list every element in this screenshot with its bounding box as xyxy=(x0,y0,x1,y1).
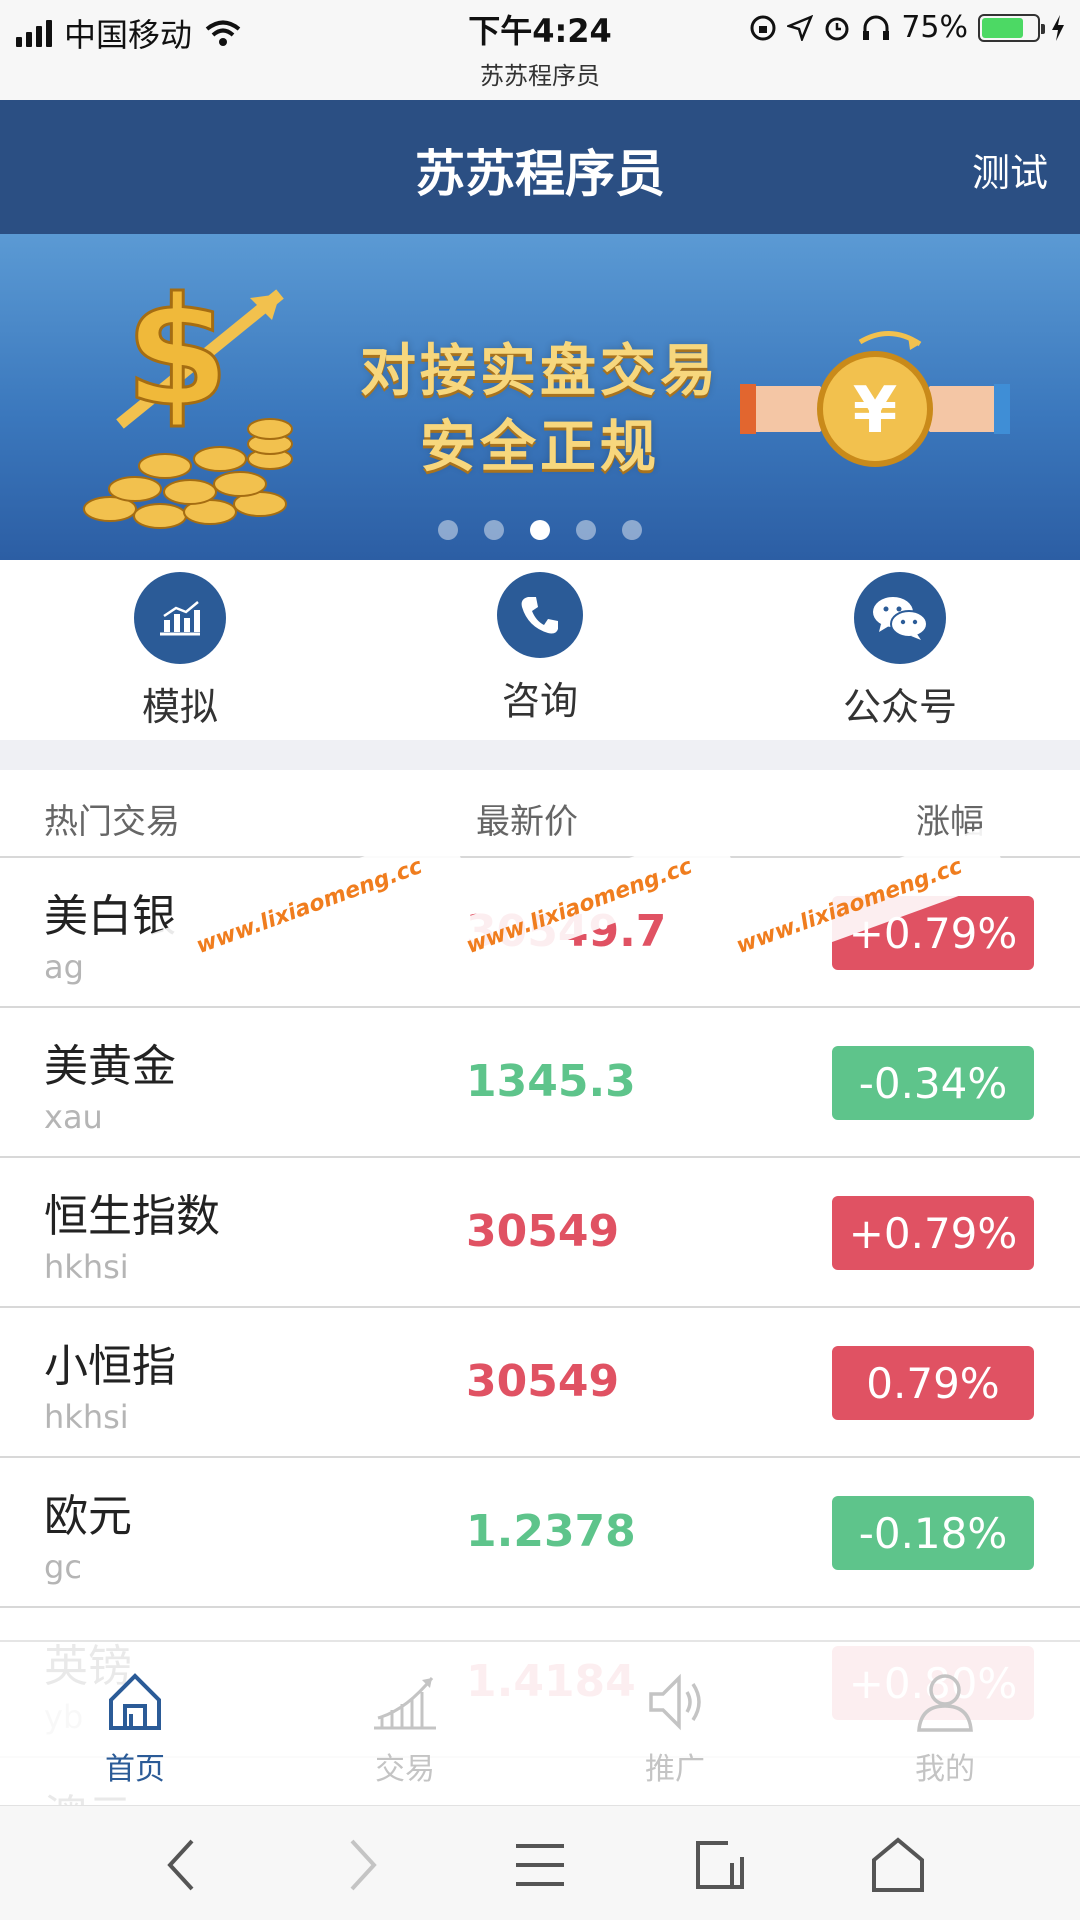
tab-label: 推广 xyxy=(645,1752,705,1787)
carousel-dot[interactable] xyxy=(530,520,550,540)
instrument-code: hkhsi xyxy=(44,1248,129,1286)
instrument-name: 恒生指数 xyxy=(44,1191,220,1242)
menu-icon xyxy=(516,1844,564,1886)
carousel-dot[interactable] xyxy=(484,520,504,540)
tab-label: 交易 xyxy=(375,1752,435,1787)
table-row[interactable]: 小恒指 hkhsi 30549 0.79% xyxy=(0,1308,1080,1458)
trade-chart-icon xyxy=(374,1677,436,1730)
instrument-price: 1345.3 xyxy=(466,1056,636,1107)
quick-action-official-account[interactable]: 公众号 xyxy=(800,572,1000,731)
chevron-right-icon xyxy=(350,1839,377,1891)
instrument-name: 小恒指 xyxy=(44,1341,176,1392)
table-row[interactable]: 美黄金 xau 1345.3 -0.34% xyxy=(0,1008,1080,1158)
quick-actions: 模拟 咨询 公众号 xyxy=(0,560,1080,740)
instrument-name: 欧元 xyxy=(44,1491,132,1542)
column-header-price: 最新价 xyxy=(476,802,578,842)
quick-action-label: 模拟 xyxy=(141,685,218,729)
change-badge: +0.79% xyxy=(832,1196,1034,1270)
tab-home[interactable]: 首页 xyxy=(35,1670,235,1788)
rotation-lock-icon xyxy=(750,15,776,40)
home-icon xyxy=(109,1673,161,1730)
phone-icon xyxy=(497,572,583,658)
tabs-icon xyxy=(696,1841,744,1889)
battery-percent: 75% xyxy=(901,10,968,45)
quick-action-simulate[interactable]: 模拟 xyxy=(80,572,280,731)
change-badge: 0.79% xyxy=(832,1346,1034,1420)
tab-label: 我的 xyxy=(915,1752,975,1787)
instrument-code: xau xyxy=(44,1098,103,1136)
location-icon xyxy=(787,14,814,41)
status-right: 75% xyxy=(749,10,1066,45)
browser-tabs-button[interactable] xyxy=(680,1830,760,1900)
app-header: 苏苏程序员 测试 xyxy=(0,100,1080,234)
section-divider xyxy=(0,740,1080,770)
promo-banner[interactable]: $ 对接实盘交易 安全正规 ¥ xyxy=(0,234,1080,560)
column-header-name: 热门交易 xyxy=(44,802,180,842)
browser-home-button[interactable] xyxy=(858,1830,938,1900)
browser-toolbar xyxy=(0,1805,1080,1920)
status-bar: 中国移动 下午4:24 苏苏程序员 75% xyxy=(0,0,1080,100)
instrument-price: 30549 xyxy=(466,1356,620,1407)
table-row[interactable]: 欧元 gc 1.2378 -0.18% xyxy=(0,1458,1080,1608)
home-outline-icon xyxy=(872,1837,924,1892)
quick-action-label: 公众号 xyxy=(842,685,957,729)
tab-profile[interactable]: 我的 xyxy=(845,1670,1045,1788)
browser-menu-button[interactable] xyxy=(500,1830,580,1900)
carousel-dot[interactable] xyxy=(438,520,458,540)
instrument-code: hkhsi xyxy=(44,1398,129,1436)
change-badge: -0.18% xyxy=(832,1496,1034,1570)
hands-coin-illustration: ¥ xyxy=(740,331,1010,467)
carousel-dot[interactable] xyxy=(622,520,642,540)
speaker-icon xyxy=(649,1673,701,1731)
browser-back-button[interactable] xyxy=(142,1830,222,1900)
tab-label: 首页 xyxy=(105,1752,165,1787)
alarm-icon xyxy=(825,17,849,40)
chevron-left-icon xyxy=(167,1839,194,1891)
quick-action-consult[interactable]: 咨询 xyxy=(440,572,640,725)
instrument-name: 美黄金 xyxy=(44,1041,176,1092)
charging-icon xyxy=(1052,14,1064,41)
user-icon xyxy=(917,1674,973,1732)
svg-text:¥: ¥ xyxy=(853,374,898,448)
carousel-dot[interactable] xyxy=(576,520,596,540)
wechat-icon xyxy=(854,572,946,664)
bottom-tab-bar: 首页 交易 推广 我的 xyxy=(0,1640,1080,1805)
test-button[interactable]: 测试 xyxy=(972,142,1048,197)
instrument-price: 1.2378 xyxy=(466,1506,636,1557)
instrument-price: 30549 xyxy=(466,1206,620,1257)
carousel-indicators xyxy=(0,520,1080,540)
headphones-icon xyxy=(863,15,890,40)
market-table-header: 热门交易 最新价 涨幅 xyxy=(0,770,1080,858)
change-badge: -0.34% xyxy=(832,1046,1034,1120)
browser-forward-button[interactable] xyxy=(322,1830,402,1900)
battery-icon xyxy=(978,13,1045,42)
page-host: 苏苏程序员 xyxy=(480,62,600,90)
chart-icon xyxy=(134,572,226,664)
page-title: 苏苏程序员 xyxy=(415,145,665,203)
instrument-code: gc xyxy=(44,1548,82,1586)
quick-action-label: 咨询 xyxy=(501,679,578,723)
table-row[interactable]: 恒生指数 hkhsi 30549 +0.79% xyxy=(0,1158,1080,1308)
instrument-code: ag xyxy=(44,948,84,986)
tab-promote[interactable]: 推广 xyxy=(575,1670,775,1788)
tab-trade[interactable]: 交易 xyxy=(305,1670,505,1788)
